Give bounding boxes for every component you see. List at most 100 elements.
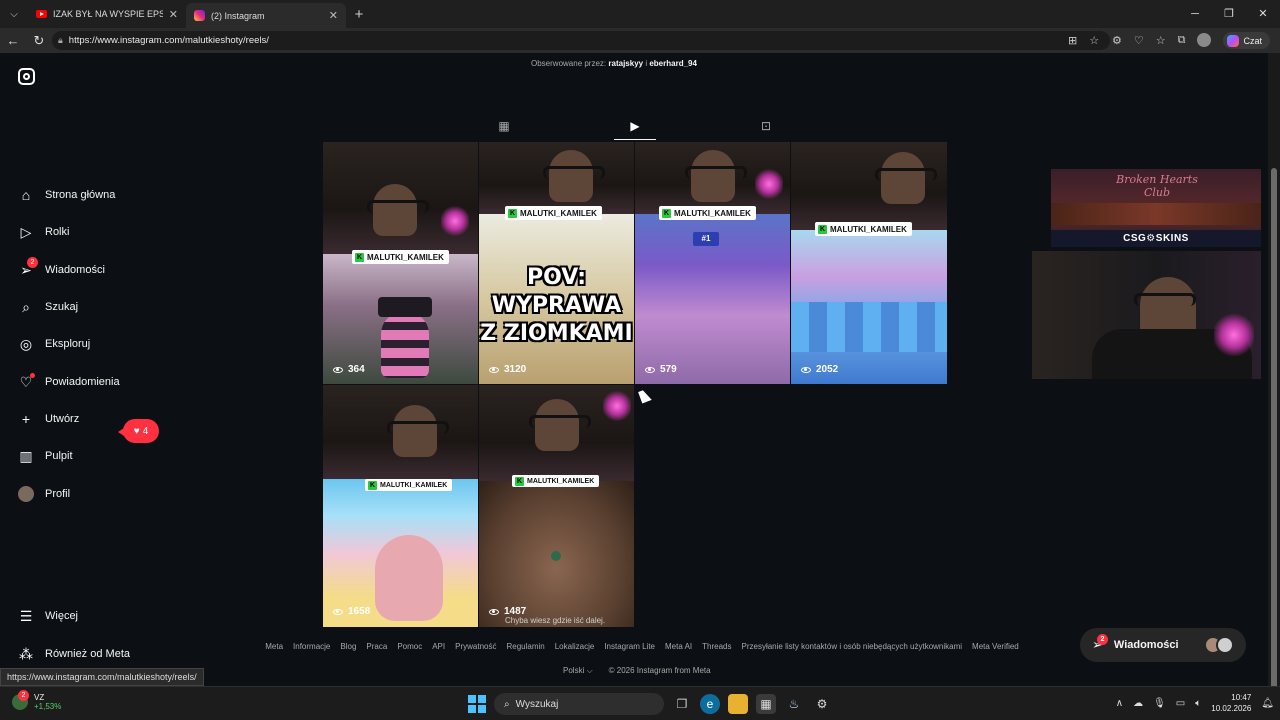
sidebar-item-search[interactable]: ⌕ Szukaj [18,296,78,318]
url-field[interactable]: 🔒︎ https://www.instagram.com/malutkiesho… [52,31,1110,50]
sidebar-item-messages[interactable]: ➢ 2 Wiadomości [18,257,105,281]
notification-bell-icon[interactable]: 🔔︎ [1261,698,1274,709]
kick-logo-icon: K [662,208,671,218]
collections-icon[interactable]: ⧉ [1178,34,1186,47]
reel-item[interactable]: K MALUTKI_KAMILEK 1487 Chyba wiesz gdzie … [479,385,634,627]
tab-tagged-icon[interactable]: ⊡ [758,118,774,134]
onedrive-icon[interactable]: ☁ [1133,698,1143,709]
new-tab-button[interactable]: + [346,6,372,23]
clock[interactable]: 10:47 10.02.2026 [1211,692,1251,714]
messages-floating-button[interactable]: ➢ 2 Wiadomości [1080,628,1246,662]
sidebar-item-label: Eksploruj [45,338,91,350]
footer-link[interactable]: Instagram Lite [604,642,655,651]
page-scrollbar[interactable] [1268,53,1280,698]
reel-item[interactable]: K MALUTKI_KAMILEK 2052 [791,142,947,384]
sidebar-item-create[interactable]: + Utwórz [18,408,79,430]
tab-youtube[interactable]: IZAK BYŁ NA WYSPIE EPSTEINA?! 🇵🇱 ✕ [28,0,186,28]
streamer-tag: K MALUTKI_KAMILEK [512,475,600,487]
refresh-icon[interactable]: ↻ [26,33,52,49]
extensions-icon[interactable]: ⚙︎ [1112,34,1122,47]
sidebar: ⌂ Strona główna ▷ Rolki ➢ 2 Wiadomości ⌕ … [0,53,240,686]
tab-instagram[interactable]: (2) Instagram ✕ [186,3,346,28]
speaker-icon[interactable]: 🔈︎ [1195,698,1201,709]
messenger-icon: ➢ 2 [18,257,38,278]
tab-reels-icon[interactable]: ▶ [627,118,643,134]
tray-overflow-chevron-icon[interactable]: ∧ [1116,698,1123,709]
sidebar-item-notifications[interactable]: ♡ Powiadomienia [18,371,120,393]
language-select[interactable]: Polski ⌵ [563,666,593,676]
search-icon: ⌕ [504,698,510,710]
instagram-logo-icon[interactable] [18,68,35,85]
dashboard-icon: ▥ [19,447,33,464]
favorite-star-icon[interactable]: ☆ [1089,34,1099,47]
copilot-button[interactable]: Czat [1223,32,1270,49]
avatar [18,486,34,502]
footer-link[interactable]: Meta Verified [972,642,1019,651]
sidebar-item-home[interactable]: ⌂ Strona główna [18,184,116,206]
reel-subtitle: Chyba wiesz gdzie iść dalej. [505,616,606,625]
tab-actions-chevron-icon[interactable]: ⌵ [0,0,28,28]
game-character [551,551,561,561]
back-arrow-icon[interactable]: ← [0,33,26,48]
followed-by-prefix: Obserwowane przez: [531,59,607,68]
minimize-icon[interactable]: ─ [1178,0,1212,28]
browser-essentials-icon[interactable]: ♡ [1134,34,1144,47]
reel-item[interactable]: #1 K MALUTKI_KAMILEK 579 [635,142,790,384]
game-rank-badge: #1 [693,232,719,246]
reels-icon: ▷ [20,223,32,240]
footer-link[interactable]: Informacje [293,642,330,651]
footer-link[interactable]: Pomoc [397,642,422,651]
eye-icon [333,366,343,373]
app-available-icon[interactable]: ⊞ [1068,34,1077,47]
reel-item[interactable]: K MALUTKI_KAMILEK POV: WYPRAWA Z ZIOMKAMI… [479,142,634,384]
footer-link[interactable]: Blog [340,642,356,651]
reel-item[interactable]: K MALUTKI_KAMILEK 364 [323,142,478,384]
stock-widget[interactable]: 2 VZ +1,53% [12,690,61,711]
follower-link[interactable]: eberhard_94 [649,59,697,68]
footer-link[interactable]: Lokalizacje [555,642,595,651]
sidebar-item-profile[interactable]: Profil [18,483,70,505]
streamer-tag: K MALUTKI_KAMILEK [659,206,756,220]
url-text: https://www.instagram.com/malutkieshoty/… [68,35,269,46]
streamer-tag: K MALUTKI_KAMILEK [815,222,912,236]
tab-close-icon[interactable]: ✕ [169,8,178,21]
follower-link[interactable]: ratajskyy [608,59,643,68]
windows-start-icon[interactable] [468,695,486,713]
view-count: 1658 [333,606,370,617]
reel-item[interactable]: K MALUTKI_KAMILEK 1658 [323,385,478,627]
footer-link[interactable]: Meta AI [665,642,692,651]
edge-browser-icon[interactable]: e [700,694,720,714]
footer-link[interactable]: Meta [265,642,283,651]
profile-avatar[interactable] [1197,33,1212,47]
store-icon[interactable]: ▦ [756,694,776,714]
stream-banner: Broken Hearts Club CSG⚙SKINS [1051,169,1261,247]
taskbar-search[interactable]: ⌕ Wyszukaj [494,693,664,715]
messages-badge: 2 [1096,633,1108,645]
footer-link[interactable]: Regulamin [506,642,544,651]
sidebar-item-explore[interactable]: ◎ Eksploruj [18,333,90,355]
footer-link[interactable]: API [432,642,445,651]
tab-posts-grid-icon[interactable]: ▦ [496,118,512,134]
eye-icon [489,608,499,615]
restore-icon[interactable]: ❐ [1212,0,1246,28]
steam-icon[interactable]: ♨ [784,694,804,714]
sidebar-item-reels[interactable]: ▷ Rolki [18,221,70,243]
search-placeholder: Wyszukaj [515,698,559,710]
microphone-icon[interactable]: 🎙︎ [1153,698,1166,709]
close-window-icon[interactable]: ✕ [1246,0,1280,28]
file-explorer-icon[interactable] [728,694,748,714]
monitor-icon[interactable]: ▭ [1176,698,1185,709]
sidebar-item-dashboard[interactable]: ▥ Pulpit [18,445,72,467]
settings-gear-icon[interactable]: ⚙︎ [812,694,832,714]
sidebar-item-more[interactable]: ☰ Więcej [18,605,78,627]
task-view-icon[interactable]: ❐ [672,694,692,714]
sidebar-item-label: Strona główna [45,189,116,201]
favorites-icon[interactable]: ☆ [1156,34,1166,47]
footer-link[interactable]: Prywatność [455,642,496,651]
footer-link[interactable]: Przesyłanie listy kontaktów i osób niebę… [742,642,963,651]
tab-close-icon[interactable]: ✕ [329,9,338,22]
scrollbar-thumb[interactable] [1271,168,1277,698]
kick-logo-icon: K [818,224,827,234]
footer-link[interactable]: Threads [702,642,731,651]
footer-link[interactable]: Praca [366,642,387,651]
